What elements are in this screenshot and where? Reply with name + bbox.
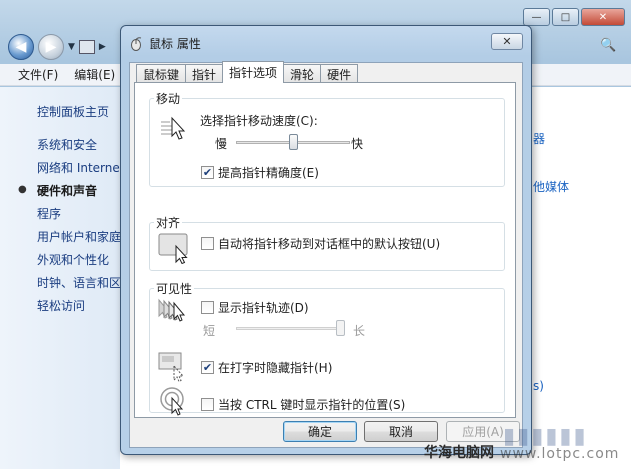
pointer-options-panel: 移动 选择指针移动速度(C): 慢 快 ✔ 提高指针精确度(E) 对齐 自动将指… bbox=[134, 82, 516, 418]
dialog-titlebar: 鼠标 属性 bbox=[129, 35, 201, 52]
content-link-fragment[interactable]: 器 bbox=[533, 130, 545, 147]
minimize-button[interactable]: — bbox=[523, 8, 550, 26]
enhance-precision-row[interactable]: ✔ 提高指针精确度(E) bbox=[201, 164, 319, 181]
back-button[interactable]: ◀ bbox=[8, 34, 34, 60]
snap-to-legend: 对齐 bbox=[154, 214, 183, 231]
sidebar-item-ease-of-access[interactable]: 轻松访问 bbox=[37, 297, 85, 314]
content-link-fragment[interactable]: s) bbox=[533, 379, 544, 393]
pointer-trails-row[interactable]: 显示指针轨迹(D) bbox=[201, 299, 309, 316]
pointer-trails-label: 显示指针轨迹(D) bbox=[218, 301, 309, 315]
content-link-fragment[interactable]: 他媒体 bbox=[533, 178, 569, 195]
control-panel-icon bbox=[78, 40, 95, 54]
sidebar-item-programs[interactable]: 程序 bbox=[37, 205, 61, 222]
trails-long-label: 长 bbox=[353, 324, 366, 338]
speed-slow-label: 慢 bbox=[215, 137, 228, 151]
watermark-site-name: 华海电脑网 bbox=[424, 445, 494, 461]
forward-button[interactable]: ▶ bbox=[38, 34, 64, 60]
watermark-url: www.lotpc.com bbox=[500, 446, 620, 462]
sidebar-item-home[interactable]: 控制面板主页 bbox=[37, 103, 109, 120]
pointer-speed-slider-thumb[interactable] bbox=[289, 134, 298, 150]
pointer-speed-icon bbox=[161, 116, 186, 140]
mouse-icon bbox=[131, 36, 142, 51]
tab-pointer-options[interactable]: 指针选项 bbox=[222, 61, 285, 83]
snap-to-label: 自动将指针移动到对话框中的默认按钮(U) bbox=[218, 237, 441, 251]
tab-wheel[interactable]: 滑轮 bbox=[283, 64, 322, 83]
sidebar-item-user-accounts[interactable]: 用户帐户和家庭 bbox=[37, 228, 121, 245]
active-bullet-icon: ● bbox=[18, 184, 27, 195]
dialog-close-button[interactable]: ✕ bbox=[491, 33, 523, 50]
tab-buttons[interactable]: 鼠标键 bbox=[136, 64, 187, 83]
trails-slider-thumb[interactable] bbox=[336, 320, 345, 336]
pointer-trails-icon bbox=[158, 298, 186, 322]
trails-short-label: 短 bbox=[203, 324, 216, 338]
nav-buttons: ◀ ▶ ▼ ▶ bbox=[8, 34, 106, 60]
motion-legend: 移动 bbox=[154, 90, 183, 107]
tab-pointers[interactable]: 指针 bbox=[185, 64, 224, 83]
hide-while-typing-row[interactable]: ✔ 在打字时隐藏指针(H) bbox=[201, 359, 332, 376]
speed-fast-label: 快 bbox=[351, 137, 364, 151]
mouse-properties-dialog: 鼠标 属性 ✕ 鼠标键 指针 指针选项 滑轮 硬件 移动 选择指针移动速度(C)… bbox=[120, 25, 532, 455]
menu-file[interactable]: 文件(F) bbox=[18, 66, 58, 83]
maximize-button[interactable]: □ bbox=[552, 8, 579, 26]
ctrl-show-location-row[interactable]: 当按 CTRL 键时显示指针的位置(S) bbox=[201, 396, 405, 413]
sidebar-item-network[interactable]: 网络和 Internet bbox=[37, 159, 124, 176]
close-button[interactable]: ✕ bbox=[581, 8, 625, 26]
hide-while-typing-label: 在打字时隐藏指针(H) bbox=[218, 361, 333, 375]
ctrl-show-location-checkbox[interactable] bbox=[201, 398, 214, 411]
speed-label: 选择指针移动速度(C): bbox=[200, 114, 318, 128]
cancel-button[interactable]: 取消 bbox=[364, 421, 438, 442]
hide-while-typing-checkbox[interactable]: ✔ bbox=[201, 361, 214, 374]
sidebar-item-clock-language[interactable]: 时钟、语言和区 bbox=[37, 274, 121, 291]
tab-strip: 鼠标键 指针 指针选项 滑轮 硬件 bbox=[136, 61, 359, 83]
pointer-trails-checkbox[interactable] bbox=[201, 301, 214, 314]
snap-to-default-button-icon bbox=[158, 233, 188, 264]
visibility-legend: 可见性 bbox=[154, 280, 195, 297]
sidebar-item-appearance[interactable]: 外观和个性化 bbox=[37, 251, 109, 268]
tab-hardware[interactable]: 硬件 bbox=[320, 64, 359, 83]
window-controls: — □ ✕ bbox=[523, 8, 625, 26]
ctrl-show-location-label: 当按 CTRL 键时显示指针的位置(S) bbox=[218, 398, 406, 412]
ctrl-locate-pointer-icon bbox=[160, 387, 184, 416]
recent-pages-chevron-icon[interactable]: ▼ bbox=[68, 42, 75, 52]
enhance-precision-checkbox[interactable]: ✔ bbox=[201, 166, 214, 179]
menu-edit[interactable]: 编辑(E) bbox=[74, 66, 115, 83]
snap-to-row[interactable]: 自动将指针移动到对话框中的默认按钮(U) bbox=[201, 235, 440, 252]
dialog-title: 鼠标 属性 bbox=[149, 37, 201, 51]
ok-button[interactable]: 确定 bbox=[283, 421, 357, 442]
sidebar-item-hardware-sound[interactable]: 硬件和声音 bbox=[37, 182, 97, 199]
enhance-precision-label: 提高指针精确度(E) bbox=[218, 166, 319, 180]
trails-slider-track[interactable] bbox=[236, 327, 340, 330]
snap-to-checkbox[interactable] bbox=[201, 237, 214, 250]
sidebar-item-system-security[interactable]: 系统和安全 bbox=[37, 136, 97, 153]
hide-while-typing-icon bbox=[158, 352, 185, 383]
search-icon[interactable]: 🔍 bbox=[600, 38, 616, 53]
breadcrumb-chevron-icon[interactable]: ▶ bbox=[99, 42, 106, 52]
